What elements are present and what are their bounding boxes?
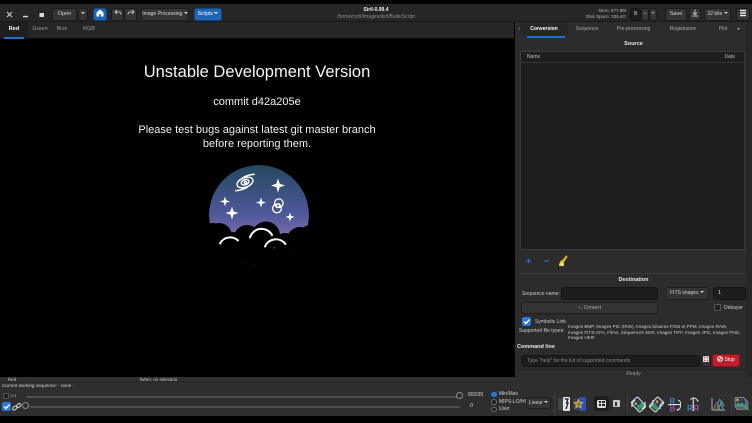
svg-text:R: R: [687, 404, 693, 413]
svg-text:R: R: [693, 404, 699, 413]
